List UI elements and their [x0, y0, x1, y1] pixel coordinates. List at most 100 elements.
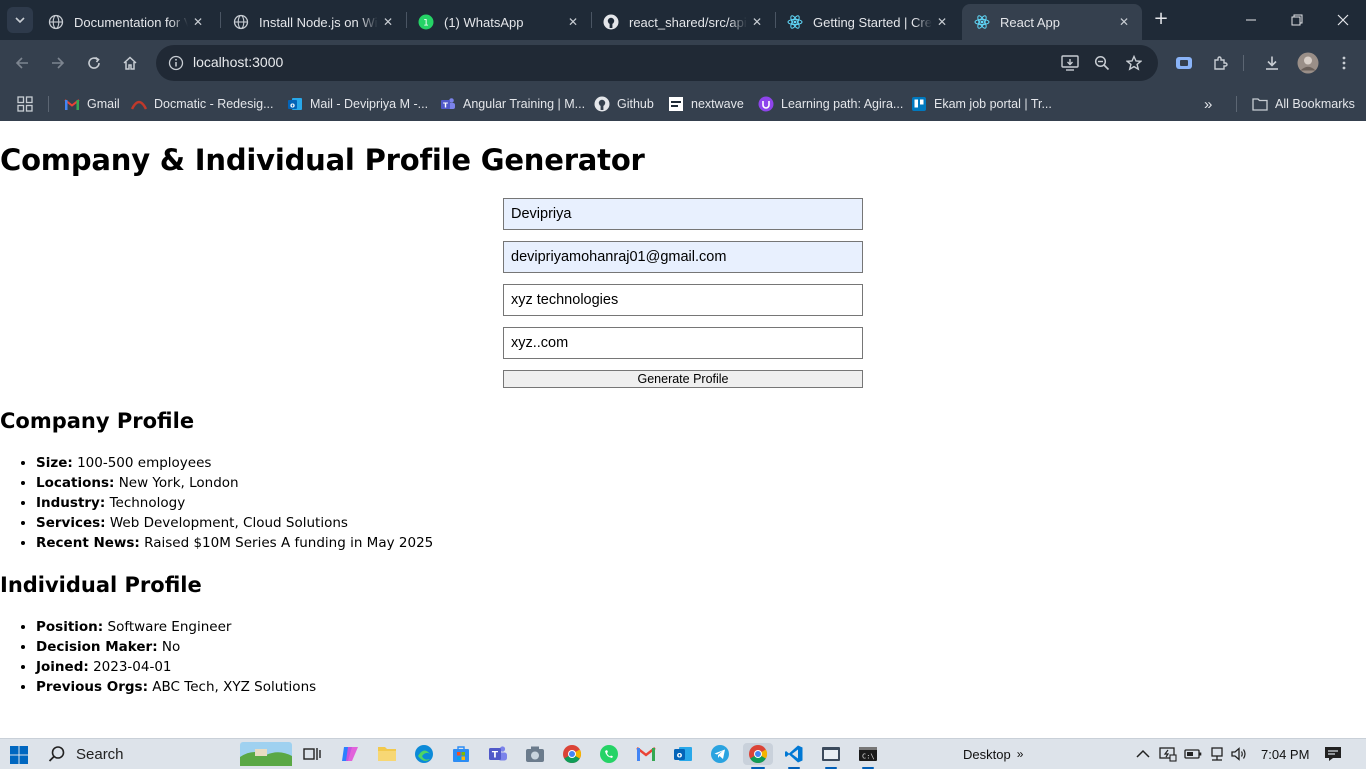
whatsapp-button[interactable]: [598, 743, 620, 765]
name-input[interactable]: [503, 198, 863, 230]
tab-strip: Documentation for Visual Studio Code ✕ I…: [0, 0, 1366, 40]
file-explorer-button[interactable]: [376, 743, 398, 765]
bookmark-ekam-portal[interactable]: Ekam job portal | Tr...: [911, 91, 1052, 117]
close-tab-icon[interactable]: ✕: [747, 15, 767, 29]
arrow-left-icon: [15, 57, 28, 69]
tab-vscode-docs[interactable]: Documentation for Visual Studio Code ✕: [36, 4, 216, 40]
list-item: Locations: New York, London: [36, 473, 433, 493]
bookmark-learning-path[interactable]: Learning path: Agira...: [758, 91, 903, 117]
new-tab-button[interactable]: +: [1150, 8, 1172, 30]
home-button[interactable]: [117, 50, 143, 76]
item-label: Previous Orgs:: [36, 679, 148, 695]
item-value: 100-500 employees: [77, 455, 212, 471]
vscode-button[interactable]: [783, 743, 805, 765]
item-value: Raised $10M Series A funding in May 2025: [144, 535, 434, 551]
wifi-tray-icon[interactable]: [1209, 739, 1225, 769]
bookmark-outlook-mail[interactable]: o Mail - Devipriya M -...: [287, 91, 428, 117]
close-tab-icon[interactable]: ✕: [378, 15, 398, 29]
terminal-button[interactable]: C:\: [857, 743, 879, 765]
widgets-button[interactable]: [240, 742, 292, 766]
tab-whatsapp[interactable]: 1 (1) WhatsApp ✕: [406, 4, 591, 40]
tab-search-button[interactable]: [7, 7, 33, 33]
chrome-icon: [749, 745, 768, 764]
home-icon: [123, 56, 137, 70]
taskbar-search[interactable]: Search: [40, 739, 124, 769]
all-bookmarks-button[interactable]: All Bookmarks: [1252, 91, 1355, 117]
bookmark-gmail[interactable]: Gmail: [64, 91, 120, 117]
bookmarks-bar: Gmail Docmatic - Redesig... o Mail - Devi…: [0, 86, 1366, 121]
teams-icon: T: [489, 746, 507, 761]
item-value: 2023-04-01: [93, 659, 172, 675]
volume-tray-icon[interactable]: [1230, 739, 1248, 769]
tab-title: Getting Started | Create React App: [813, 14, 932, 30]
screen-share-extension-button[interactable]: [1171, 50, 1197, 76]
company-input[interactable]: [503, 284, 863, 316]
browser-menu-button[interactable]: [1331, 50, 1357, 76]
close-tab-icon[interactable]: ✕: [188, 15, 208, 29]
teams-button[interactable]: T: [487, 743, 509, 765]
outlook-button[interactable]: o: [672, 743, 694, 765]
more-bookmarks-button[interactable]: »: [1204, 91, 1212, 117]
bookmark-github[interactable]: Github: [594, 91, 654, 117]
edge-button[interactable]: [413, 743, 435, 765]
chrome-button[interactable]: [561, 743, 583, 765]
list-item: Joined: 2023-04-01: [36, 657, 316, 677]
install-app-icon[interactable]: [1058, 51, 1082, 75]
bookmark-label: Gmail: [87, 97, 120, 111]
site-info-icon[interactable]: [164, 51, 188, 75]
forward-button[interactable]: [45, 50, 71, 76]
tab-install-node[interactable]: Install Node.js on Windows ✕: [221, 4, 406, 40]
show-hidden-icons-button[interactable]: [1136, 739, 1150, 769]
email-input[interactable]: [503, 241, 863, 273]
learning-icon: [758, 96, 774, 112]
profile-avatar[interactable]: [1295, 50, 1321, 76]
list-item: Decision Maker: No: [36, 637, 316, 657]
tab-github[interactable]: react_shared/src/api/ ✕: [591, 4, 775, 40]
zoom-icon[interactable]: [1090, 51, 1114, 75]
bookmark-star-icon[interactable]: [1122, 51, 1146, 75]
camera-button[interactable]: [524, 743, 546, 765]
gmail-button[interactable]: [635, 743, 657, 765]
svg-text:C:\: C:\: [862, 753, 875, 761]
window-app-button[interactable]: [820, 743, 842, 765]
microsoft-store-button[interactable]: [450, 743, 472, 765]
battery-tray-icon[interactable]: [1184, 739, 1202, 769]
bookmark-nextwave[interactable]: nextwave: [668, 91, 744, 117]
downloads-button[interactable]: [1259, 50, 1285, 76]
url-text[interactable]: localhost:3000: [193, 54, 283, 70]
camera-icon: [526, 746, 544, 762]
domain-input[interactable]: [503, 327, 863, 359]
task-view-button[interactable]: [301, 743, 323, 765]
address-bar[interactable]: localhost:3000: [156, 45, 1158, 81]
network-tray-icon[interactable]: [1159, 739, 1177, 769]
start-button[interactable]: [10, 746, 28, 764]
copilot-button[interactable]: [339, 743, 361, 765]
reload-button[interactable]: [81, 50, 107, 76]
telegram-button[interactable]: [709, 743, 731, 765]
notifications-button[interactable]: [1324, 739, 1342, 769]
close-tab-icon[interactable]: ✕: [932, 15, 952, 29]
close-tab-icon[interactable]: ✕: [1114, 15, 1134, 29]
svg-text:T: T: [443, 102, 448, 110]
tab-create-react-app[interactable]: Getting Started | Create React App ✕: [775, 4, 960, 40]
generate-profile-button[interactable]: Generate Profile: [503, 370, 863, 388]
bookmark-angular-training[interactable]: T Angular Training | M...: [440, 91, 585, 117]
tab-react-app[interactable]: React App ✕: [962, 4, 1142, 40]
extensions-button[interactable]: [1207, 50, 1233, 76]
close-window-button[interactable]: [1320, 0, 1366, 40]
bookmark-docmatic[interactable]: Docmatic - Redesig...: [131, 91, 273, 117]
clock[interactable]: 7:04 PM: [1261, 739, 1309, 769]
back-button[interactable]: [9, 50, 35, 76]
close-tab-icon[interactable]: ✕: [563, 15, 583, 29]
item-value: Software Engineer: [107, 619, 232, 635]
download-icon: [1266, 56, 1278, 70]
restore-button[interactable]: [1274, 0, 1320, 40]
nextwave-icon: [668, 96, 684, 112]
chrome-active-button[interactable]: [743, 743, 773, 765]
copilot-icon: [342, 747, 358, 761]
minimize-button[interactable]: [1228, 0, 1274, 40]
terminal-icon: C:\: [859, 747, 877, 761]
bookmark-label: Github: [617, 97, 654, 111]
apps-button[interactable]: [17, 91, 33, 117]
desktop-toolbar[interactable]: Desktop »: [963, 739, 1023, 769]
